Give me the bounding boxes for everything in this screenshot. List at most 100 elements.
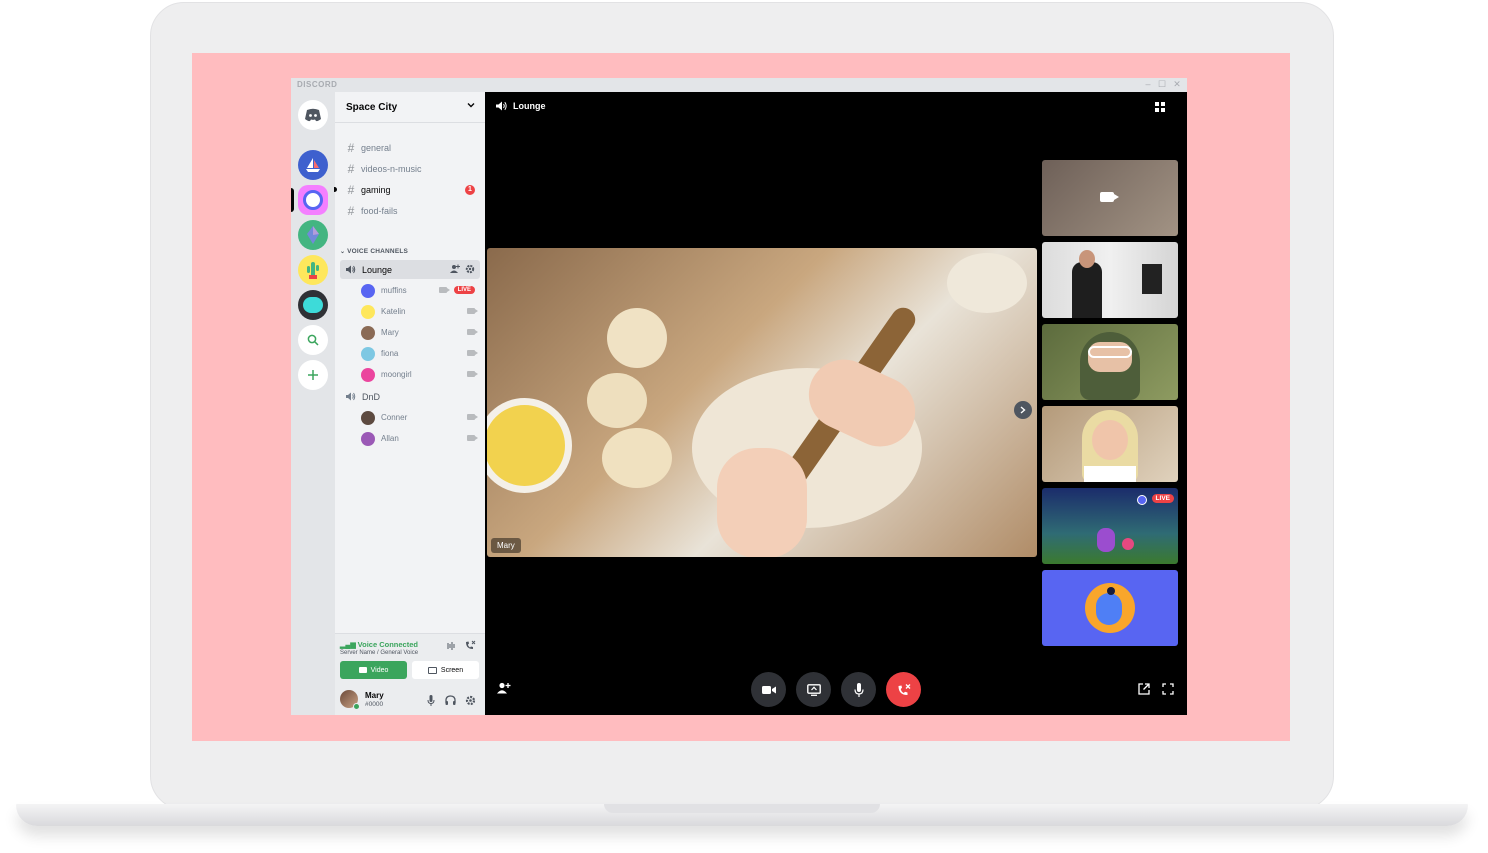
server-icon-crystal[interactable] xyxy=(298,220,328,250)
server-header[interactable]: Space City xyxy=(335,92,485,123)
explore-servers-button[interactable] xyxy=(298,325,328,355)
voice-user-name: moongirl xyxy=(381,370,412,379)
channel-general[interactable]: # general xyxy=(340,138,480,157)
side-video-tile-4[interactable] xyxy=(1042,406,1178,482)
home-button[interactable] xyxy=(298,100,328,130)
signal-icon: ▂▄▆ xyxy=(340,642,358,649)
monster-icon xyxy=(303,297,323,313)
speaker-icon xyxy=(346,392,356,401)
camera-icon xyxy=(467,435,478,441)
side-video-tile-2[interactable] xyxy=(1042,242,1178,318)
camera-lens xyxy=(1114,194,1119,200)
call-channel-name: Lounge xyxy=(513,101,546,111)
voice-user-conner[interactable]: Conner xyxy=(361,408,478,427)
grid-icon[interactable] xyxy=(1155,102,1165,112)
camera-icon xyxy=(467,329,478,335)
voice-user-moongirl[interactable]: moongirl xyxy=(361,365,478,384)
voice-channels-category[interactable]: ⌄ VOICE CHANNELS xyxy=(340,248,408,255)
voice-status-label: Voice Connected xyxy=(357,640,418,649)
hash-icon: # xyxy=(347,140,355,155)
noise-suppression-icon[interactable] xyxy=(447,642,456,650)
side-video-tile-5-game-stream[interactable]: LIVE xyxy=(1042,488,1178,564)
camera-toggle-button[interactable] xyxy=(751,672,786,707)
screen-share-toggle-button[interactable] xyxy=(796,672,831,707)
hash-icon: # xyxy=(347,161,355,176)
chevron-right-icon xyxy=(1020,406,1026,414)
side-video-tile-6-avatar[interactable] xyxy=(1042,570,1178,646)
gear-icon[interactable] xyxy=(465,695,476,706)
live-badge: LIVE xyxy=(1151,494,1174,503)
avatar xyxy=(1085,583,1135,633)
server-icon-monster[interactable] xyxy=(298,290,328,320)
voice-channel-label: Lounge xyxy=(362,264,393,275)
screen-share-icon xyxy=(427,666,437,674)
camera-icon xyxy=(761,685,776,694)
channel-label: general xyxy=(361,142,392,153)
genie-character xyxy=(1096,593,1122,625)
gear-icon[interactable] xyxy=(465,264,475,274)
dough-ball xyxy=(607,308,667,368)
add-server-button[interactable] xyxy=(298,360,328,390)
voice-status: ▂▄▆ Voice Connected xyxy=(340,640,418,649)
minimize-button[interactable]: – xyxy=(1143,79,1153,89)
screen-share-button[interactable]: Screen xyxy=(412,661,479,679)
crystal-icon xyxy=(307,226,319,244)
voice-user-muffins[interactable]: muffins LIVE xyxy=(361,281,475,300)
server-icon-sailboat[interactable] xyxy=(298,150,328,180)
voice-user-allan[interactable]: Allan xyxy=(361,429,478,448)
popout-icon[interactable] xyxy=(1138,683,1150,695)
sailboat-icon xyxy=(306,158,320,172)
fullscreen-icon[interactable] xyxy=(1162,683,1174,695)
voice-channel-dnd[interactable]: DnD xyxy=(340,387,480,406)
voice-user-fiona[interactable]: fiona xyxy=(361,344,478,363)
person-silhouette xyxy=(1072,262,1102,318)
headphones-icon[interactable] xyxy=(445,695,456,705)
server-icon-astronaut[interactable] xyxy=(298,185,328,215)
close-window-button[interactable]: ✕ xyxy=(1172,79,1182,90)
channel-videos-n-music[interactable]: # videos-n-music xyxy=(340,159,480,178)
video-button[interactable]: Video xyxy=(340,661,407,679)
user-tag: #0000 xyxy=(365,701,384,708)
call-header: Lounge xyxy=(496,101,546,111)
voice-channel-lounge[interactable]: Lounge xyxy=(340,260,480,279)
video-name-tag: Mary xyxy=(491,538,521,553)
screen-share-icon xyxy=(806,683,821,696)
title-bar: DISCORD – ☐ ✕ xyxy=(291,78,1187,92)
side-video-tile-3[interactable] xyxy=(1042,324,1178,400)
voice-user-mary[interactable]: Mary xyxy=(361,323,478,342)
camera-icon xyxy=(439,287,450,293)
avatar xyxy=(361,410,375,425)
user-name: Mary xyxy=(365,691,384,700)
voice-channel-label: DnD xyxy=(362,391,381,402)
maximize-button[interactable]: ☐ xyxy=(1157,79,1167,90)
voice-user-katelin[interactable]: Katelin xyxy=(361,302,478,321)
voice-user-name: Conner xyxy=(381,413,408,422)
voice-user-name: Katelin xyxy=(381,307,406,316)
add-user-icon[interactable] xyxy=(497,682,511,694)
dough-ball xyxy=(947,253,1027,313)
user-panel: Mary #0000 xyxy=(335,685,485,715)
focused-video-tile[interactable]: Mary xyxy=(487,248,1037,557)
cactus-icon xyxy=(307,262,319,279)
topknot xyxy=(1107,587,1115,595)
hash-icon: # xyxy=(347,182,355,197)
side-video-tile-1[interactable] xyxy=(1042,160,1178,236)
microphone-icon[interactable] xyxy=(427,695,435,706)
dough-ball xyxy=(602,428,672,488)
online-status-dot xyxy=(353,703,360,710)
user-avatar[interactable] xyxy=(340,690,360,710)
next-arrow-button[interactable] xyxy=(1014,401,1032,419)
invite-icon[interactable] xyxy=(450,264,460,274)
microphone-toggle-button[interactable] xyxy=(841,672,876,707)
avatar xyxy=(361,325,375,340)
chevron-down-icon xyxy=(467,103,475,108)
game-orb xyxy=(1122,538,1134,550)
channel-food-fails[interactable]: # food-fails xyxy=(340,201,480,220)
disconnect-icon[interactable] xyxy=(465,640,476,651)
disconnect-call-button[interactable] xyxy=(886,672,921,707)
person-face xyxy=(1092,420,1128,460)
voice-server-name: Server Name / General Voice xyxy=(340,650,419,656)
channel-gaming[interactable]: # gaming 1 xyxy=(334,180,480,199)
server-icon-cactus[interactable] xyxy=(298,255,328,285)
speaker-icon xyxy=(346,265,356,274)
